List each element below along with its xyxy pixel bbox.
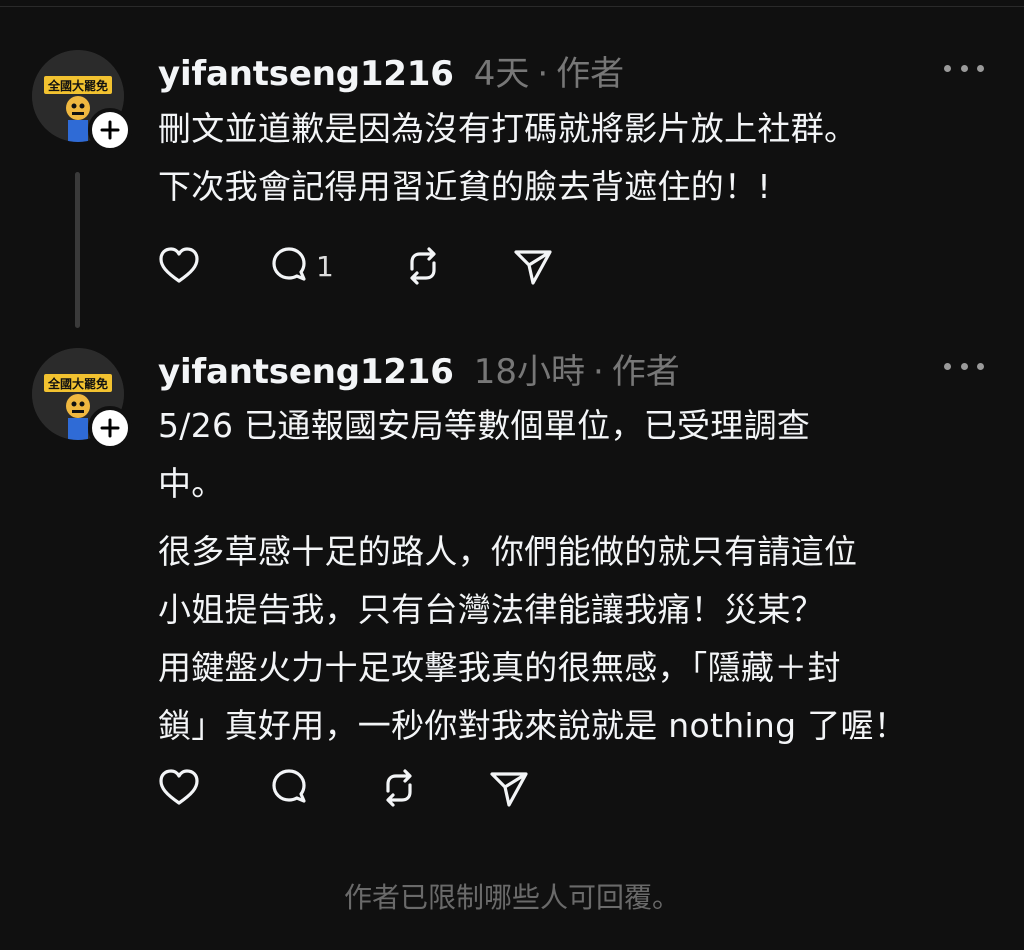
username[interactable]: yifantseng1216 (158, 352, 454, 392)
post-line: 很多草感十足的路人，你們能做的就只有請這位 (158, 532, 858, 571)
post-header: yifantseng1216 18小時 · 作者 (158, 344, 680, 392)
more-icon (944, 64, 951, 72)
meta-separator: · (537, 54, 549, 94)
more-button[interactable] (944, 356, 984, 376)
svg-text:全國大罷免: 全國大罷免 (47, 376, 108, 391)
post-line: 下次我會記得用習近貧的臉去背遮住的！! (158, 167, 771, 206)
post-text: 5/26 已通報國安局等數個單位，已受理調查 中。 很多草感十足的路人，你們能做… (158, 397, 998, 755)
share-icon (490, 772, 528, 807)
reply-restriction-note: 作者已限制哪些人可回覆。 (343, 881, 680, 914)
repost-icon (410, 247, 436, 285)
reply-count: 1 (316, 249, 334, 283)
username[interactable]: yifantseng1216 (158, 54, 454, 94)
like-button[interactable] (156, 764, 202, 812)
plus-icon (100, 120, 120, 140)
thread-connector (75, 172, 80, 328)
repost-button[interactable] (376, 764, 422, 812)
post-meta: 18小時 · 作者 (474, 344, 680, 393)
reply-icon (272, 769, 306, 803)
repost-icon (386, 769, 412, 807)
post-time: 4天 (473, 54, 530, 94)
post-time: 18小時 (473, 352, 585, 392)
more-icon (944, 362, 951, 370)
share-button[interactable] (486, 764, 532, 812)
repost-button[interactable] (400, 242, 446, 290)
post-meta: 4天 · 作者 (474, 46, 624, 95)
author-label: 作者 (611, 352, 680, 392)
like-button[interactable] (156, 242, 202, 290)
post-line: 鎖」真好用，一秒你對我來說就是 nothing 了喔！ (158, 706, 908, 745)
follow-button[interactable] (88, 108, 132, 152)
follow-button[interactable] (88, 406, 132, 450)
post-line: 小姐提告我，只有台灣法律能讓我痛！災某？ (158, 590, 824, 629)
plus-icon (100, 418, 120, 438)
author-label: 作者 (556, 54, 625, 94)
heart-icon (159, 769, 199, 805)
post-line: 用鍵盤火力十足攻擊我真的很無感，「隱藏＋封 (158, 648, 841, 687)
post-line: 5/26 已通報國安局等數個單位，已受理調查 (158, 406, 811, 445)
share-icon (514, 250, 552, 285)
meta-separator: · (592, 352, 604, 392)
heart-icon (159, 247, 199, 283)
post-header: yifantseng1216 4天 · 作者 (158, 46, 624, 94)
top-divider (0, 0, 1024, 7)
post-text: 刪文並道歉是因為沒有打碼就將影片放上社群。 下次我會記得用習近貧的臉去背遮住的！… (158, 100, 998, 216)
threads-page: 全國大罷免 yifantseng1216 4天 · 作者 刪文並道歉是因為沒有打碼就… (0, 0, 1024, 950)
svg-text:全國大罷免: 全國大罷免 (47, 78, 108, 93)
post-line: 中。 (158, 464, 225, 503)
reply-icon (272, 247, 306, 281)
post-line: 刪文並道歉是因為沒有打碼就將影片放上社群。 (158, 109, 858, 148)
share-button[interactable] (510, 242, 556, 290)
reply-button[interactable] (266, 764, 316, 812)
more-button[interactable] (944, 58, 984, 78)
reply-button[interactable]: 1 (266, 242, 334, 290)
